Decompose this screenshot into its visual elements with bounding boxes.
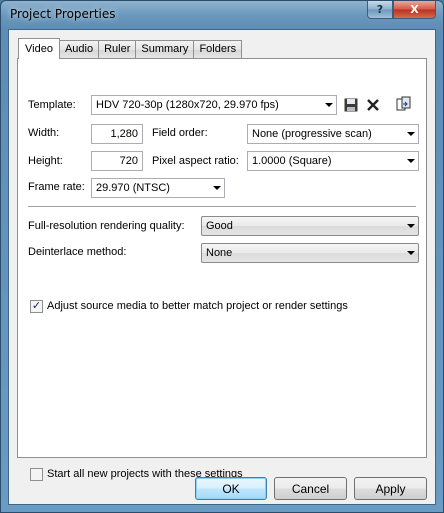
deinterlace-label: Deinterlace method:	[28, 246, 127, 258]
width-input[interactable]: 1,280	[91, 124, 143, 144]
pixel-aspect-dropdown[interactable]: 1.0000 (Square)	[247, 151, 419, 171]
save-icon[interactable]	[341, 95, 361, 115]
separator	[28, 206, 416, 208]
window-title: Project Properties	[10, 7, 116, 21]
tab-strip: Video Audio Ruler Summary Folders	[18, 38, 243, 59]
render-quality-label: Full-resolution rendering quality:	[28, 220, 185, 232]
chevron-down-icon	[407, 159, 415, 163]
ok-button[interactable]: OK	[195, 477, 267, 500]
frame-rate-value: 29.970 (NTSC)	[96, 182, 170, 194]
template-label: Template:	[28, 99, 76, 111]
apply-button[interactable]: Apply	[354, 477, 427, 500]
template-value: HDV 720-30p (1280x720, 29.970 fps)	[96, 99, 279, 111]
field-order-value: None (progressive scan)	[252, 128, 372, 140]
deinterlace-dropdown[interactable]: None	[201, 243, 419, 263]
pixel-aspect-value: 1.0000 (Square)	[252, 155, 332, 167]
close-button[interactable]: X	[393, 1, 436, 19]
start-all-checkbox[interactable]	[30, 468, 43, 481]
tab-audio[interactable]: Audio	[58, 40, 100, 59]
chevron-down-icon	[213, 186, 221, 190]
template-dropdown[interactable]: HDV 720-30p (1280x720, 29.970 fps)	[91, 95, 337, 115]
checkmark-icon: ✓	[31, 300, 42, 312]
render-quality-dropdown[interactable]: Good	[201, 216, 419, 236]
tab-video[interactable]: Video	[18, 38, 60, 59]
tab-folders[interactable]: Folders	[193, 40, 243, 59]
frame-rate-label: Frame rate:	[28, 181, 85, 193]
project-properties-window: Project Properties ? X Video Audio Ruler…	[0, 0, 444, 513]
height-input[interactable]: 720	[91, 151, 143, 171]
tab-ruler[interactable]: Ruler	[98, 40, 137, 59]
match-media-icon[interactable]	[394, 94, 414, 114]
field-order-label: Field order:	[152, 127, 208, 139]
pixel-aspect-label: Pixel aspect ratio:	[152, 155, 239, 167]
delete-icon[interactable]	[363, 95, 383, 115]
cancel-button[interactable]: Cancel	[274, 477, 347, 500]
frame-rate-dropdown[interactable]: 29.970 (NTSC)	[91, 178, 225, 198]
adjust-source-checkbox[interactable]: ✓	[30, 300, 43, 313]
width-label: Width:	[28, 127, 60, 139]
render-quality-value: Good	[206, 220, 233, 232]
help-button[interactable]: ?	[367, 1, 393, 19]
height-label: Height:	[28, 155, 63, 167]
title-bar: Project Properties ? X	[1, 1, 443, 28]
video-tab-panel: Template: HDV 720-30p (1280x720, 29.970 …	[17, 58, 427, 481]
chevron-down-icon	[407, 224, 415, 228]
chevron-down-icon	[325, 103, 333, 107]
dialog-client-area: Video Audio Ruler Summary Folders Templa…	[8, 29, 436, 505]
deinterlace-value: None	[206, 247, 233, 259]
chevron-down-icon	[407, 251, 415, 255]
adjust-source-label[interactable]: Adjust source media to better match proj…	[47, 300, 348, 312]
tab-summary[interactable]: Summary	[135, 40, 195, 59]
chevron-down-icon	[407, 132, 415, 136]
field-order-dropdown[interactable]: None (progressive scan)	[247, 124, 419, 144]
